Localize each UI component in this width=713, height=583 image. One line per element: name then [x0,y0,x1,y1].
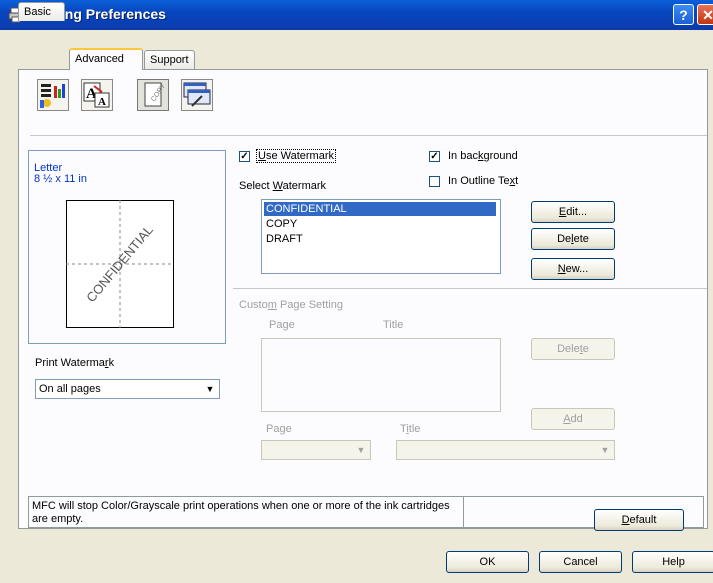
ok-button[interactable]: OK [446,551,529,573]
print-watermark-select[interactable]: On all pages ▼ [35,379,220,399]
delete-watermark-button[interactable]: Delete [531,228,615,250]
use-watermark-label[interactable]: Use Watermark [256,149,336,163]
tab-basic[interactable]: Basic [18,2,65,21]
select-watermark-label: Select Watermark [239,180,327,192]
print-watermark-value: On all pages [39,383,101,395]
close-button[interactable]: ✕ [697,4,713,25]
in-background-label[interactable]: In background [448,150,518,162]
custom-page-list[interactable] [261,338,501,412]
paper-size: 8 ½ x 11 in [34,173,87,185]
tab-support-label: Support [150,54,189,66]
custom-page-setting-label: Custom Page Setting [239,299,343,311]
page-field-label: Page [266,423,292,435]
list-item[interactable]: COPY [264,217,297,231]
tab-advanced-label: Advanced [75,53,124,65]
chevron-down-icon[interactable]: ▼ [597,442,613,458]
list-item[interactable]: DRAFT [264,232,303,246]
default-button[interactable]: Default [594,509,684,531]
status-message-box: MFC will stop Color/Grayscale print oper… [28,496,464,528]
print-watermark-label: Print Watermark [35,357,115,369]
delete-custom-button[interactable]: Delete [531,338,615,360]
watermark-list[interactable]: CONFIDENTIAL COPY DRAFT [261,199,501,274]
add-button[interactable]: Add [531,408,615,430]
preview-page: CONFIDENTIAL [66,200,174,328]
help-button[interactable]: Help [632,551,713,573]
svg-text:A: A [98,96,106,108]
title-field-label: Title [400,423,421,435]
chevron-down-icon[interactable]: ▼ [202,381,218,397]
page-preview: Letter 8 ½ x 11 in CONFIDENTIAL [28,150,226,344]
scaling-icon[interactable]: A A [81,79,113,111]
page-select[interactable]: ▼ [261,440,371,460]
custom-column-title: Title [383,319,404,331]
printing-preferences-window: Printing Preferences ? ✕ Basic Advanced … [0,0,713,583]
cancel-button[interactable]: Cancel [539,551,622,573]
in-background-checkbox[interactable]: ✓ [429,151,440,162]
separator-top [30,135,707,136]
chevron-down-icon[interactable]: ▼ [353,442,369,458]
edit-button[interactable]: Edit... [531,201,615,223]
device-options-icon[interactable] [181,79,213,111]
tab-support[interactable]: Support [144,50,195,69]
title-select[interactable]: ▼ [396,440,615,460]
tab-advanced[interactable]: Advanced [69,48,143,70]
custom-column-page: Page [269,319,295,331]
in-outline-text-checkbox[interactable] [429,176,440,187]
help-title-button[interactable]: ? [673,4,694,25]
in-outline-text-label[interactable]: In Outline Text [448,175,518,187]
status-message: MFC will stop Color/Grayscale print oper… [32,500,450,525]
color-settings-icon[interactable] [37,79,69,111]
watermark-icon[interactable]: COPY [137,79,169,111]
title-bar[interactable]: Printing Preferences ? ✕ [0,0,713,30]
tab-basic-label: Basic [24,6,51,18]
use-watermark-checkbox[interactable]: ✓ [239,151,250,162]
separator-custom [233,288,707,289]
list-item[interactable]: CONFIDENTIAL [264,202,496,216]
new-button[interactable]: New... [531,258,615,280]
